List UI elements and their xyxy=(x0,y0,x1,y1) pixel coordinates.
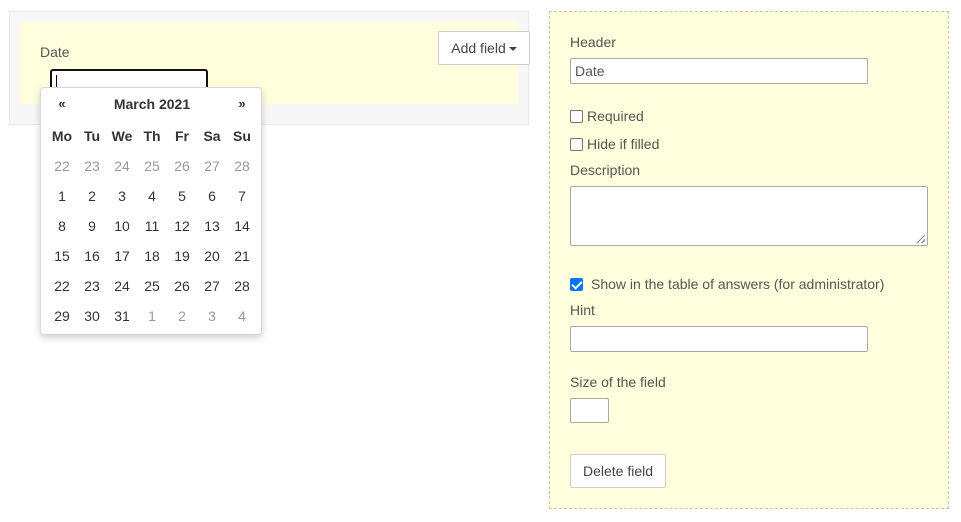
show-in-table-label: Show in the table of answers (for admini… xyxy=(591,276,885,292)
calendar-day[interactable]: 7 xyxy=(227,181,257,211)
weekday-header: Th xyxy=(143,128,161,144)
calendar-day[interactable]: 2 xyxy=(77,181,107,211)
add-field-label: Add field xyxy=(451,40,506,56)
description-label: Description xyxy=(570,162,641,178)
calendar-day[interactable]: 12 xyxy=(167,211,197,241)
header-input[interactable] xyxy=(570,58,868,84)
calendar-day[interactable]: 11 xyxy=(137,211,167,241)
weekday-header: Tu xyxy=(83,128,101,144)
datepicker-header: « March 2021 » xyxy=(41,96,263,116)
hide-if-filled-checkbox-row[interactable]: Hide if filled xyxy=(570,136,659,152)
calendar-day[interactable]: 28 xyxy=(227,271,257,301)
show-in-table-checkbox[interactable] xyxy=(570,277,583,291)
calendar-day[interactable]: 8 xyxy=(47,211,77,241)
weekday-header: Sa xyxy=(203,128,221,144)
calendar-day[interactable]: 3 xyxy=(197,301,227,331)
datepicker-grid: Mo Tu We Th Fr Sa Su 22 23 24 25 26 27 28 1 2 3 4 5 6 7 8 9 10 1… xyxy=(47,121,257,331)
calendar-day[interactable]: 4 xyxy=(137,181,167,211)
calendar-day[interactable]: 9 xyxy=(77,211,107,241)
hint-input[interactable] xyxy=(570,326,868,352)
header-label: Header xyxy=(570,34,616,50)
weekday-header: We xyxy=(111,128,133,144)
calendar-day[interactable]: 13 xyxy=(197,211,227,241)
calendar-day[interactable]: 26 xyxy=(167,151,197,181)
calendar-day[interactable]: 1 xyxy=(137,301,167,331)
calendar-day[interactable]: 17 xyxy=(107,241,137,271)
delete-field-label: Delete field xyxy=(582,463,654,479)
calendar-day[interactable]: 25 xyxy=(137,271,167,301)
size-label: Size of the field xyxy=(570,374,666,390)
hide-if-filled-checkbox[interactable] xyxy=(570,137,583,151)
calendar-day[interactable]: 10 xyxy=(107,211,137,241)
description-textarea[interactable] xyxy=(570,186,928,246)
calendar-day[interactable]: 25 xyxy=(137,151,167,181)
calendar-day[interactable]: 27 xyxy=(197,271,227,301)
resize-grip-icon[interactable] xyxy=(917,235,925,243)
calendar-day[interactable]: 5 xyxy=(167,181,197,211)
hint-label: Hint xyxy=(570,302,595,318)
field-settings-panel: Header Required Hide if filled Descripti… xyxy=(549,11,949,509)
calendar-day[interactable]: 3 xyxy=(107,181,137,211)
calendar-day[interactable]: 20 xyxy=(197,241,227,271)
calendar-day[interactable]: 4 xyxy=(227,301,257,331)
calendar-day[interactable]: 19 xyxy=(167,241,197,271)
calendar-day[interactable]: 14 xyxy=(227,211,257,241)
hide-if-filled-label: Hide if filled xyxy=(587,136,660,152)
calendar-day[interactable]: 27 xyxy=(197,151,227,181)
caret-down-icon xyxy=(508,47,517,51)
datepicker: « March 2021 » Mo Tu We Th Fr Sa Su 22 23 24 25 26 2… xyxy=(40,87,262,335)
calendar-day[interactable]: 16 xyxy=(77,241,107,271)
show-in-table-checkbox-row[interactable]: Show in the table of answers (for admini… xyxy=(570,276,884,292)
calendar-day[interactable]: 6 xyxy=(197,181,227,211)
calendar-day[interactable]: 28 xyxy=(227,151,257,181)
calendar-day[interactable]: 15 xyxy=(47,241,77,271)
calendar-day[interactable]: 26 xyxy=(167,271,197,301)
delete-field-button[interactable]: Delete field xyxy=(570,454,666,488)
calendar-day[interactable]: 22 xyxy=(47,271,77,301)
required-label: Required xyxy=(587,108,644,124)
calendar-day[interactable]: 1 xyxy=(47,181,77,211)
calendar-day[interactable]: 18 xyxy=(137,241,167,271)
calendar-day[interactable]: 30 xyxy=(77,301,107,331)
size-input[interactable] xyxy=(570,398,609,423)
add-field-button[interactable]: Add field xyxy=(438,31,530,65)
calendar-day[interactable]: 29 xyxy=(47,301,77,331)
next-month-button[interactable]: » xyxy=(227,96,257,111)
required-checkbox-row[interactable]: Required xyxy=(570,108,644,124)
calendar-day[interactable]: 23 xyxy=(77,151,107,181)
weekday-header: Su xyxy=(233,128,251,144)
calendar-day[interactable]: 23 xyxy=(77,271,107,301)
calendar-day[interactable]: 24 xyxy=(107,271,137,301)
datepicker-title[interactable]: March 2021 xyxy=(81,96,223,112)
calendar-day[interactable]: 2 xyxy=(167,301,197,331)
calendar-day[interactable]: 31 xyxy=(107,301,137,331)
weekday-header: Mo xyxy=(51,128,73,144)
calendar-day[interactable]: 22 xyxy=(47,151,77,181)
prev-month-button[interactable]: « xyxy=(47,96,77,111)
weekday-header: Fr xyxy=(175,128,189,144)
calendar-day[interactable]: 24 xyxy=(107,151,137,181)
calendar-day[interactable]: 21 xyxy=(227,241,257,271)
date-field-label: Date xyxy=(40,44,70,60)
required-checkbox[interactable] xyxy=(570,109,583,123)
